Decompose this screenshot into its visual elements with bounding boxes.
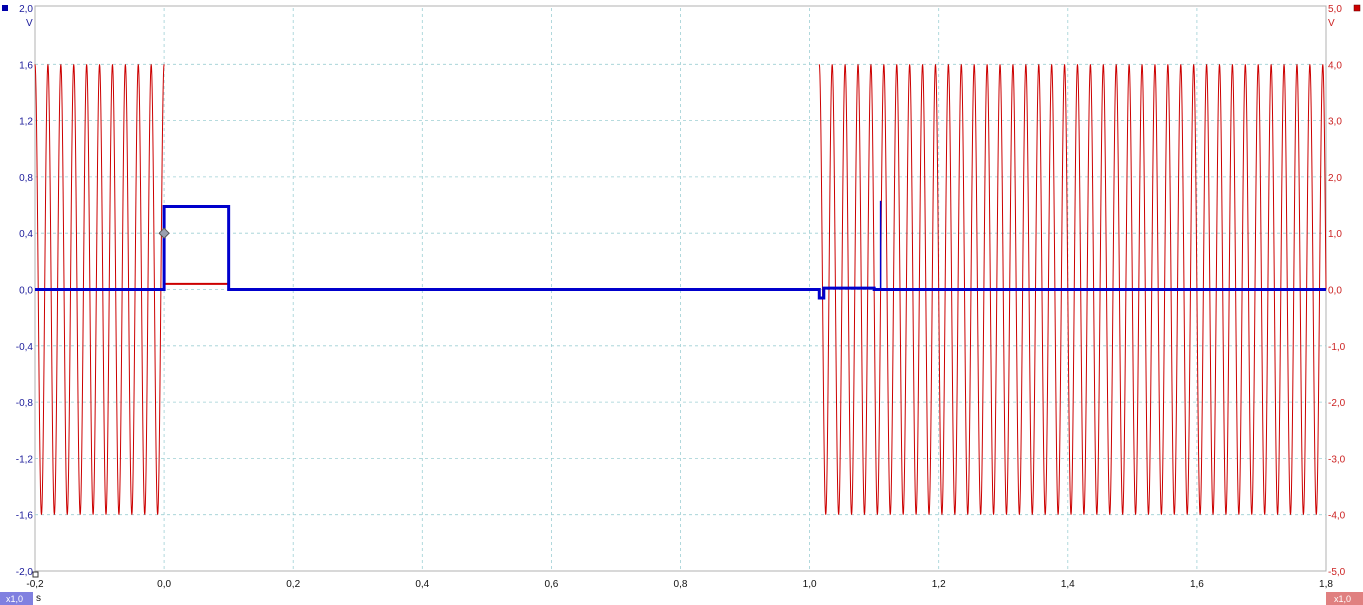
x-axis-tick-label: 1,4 [1061,579,1075,590]
left-axis-tick-label: 0,0 [19,286,33,297]
right-axis-tick-label: -2,0 [1328,398,1346,409]
left-axis-tick-label: -0,8 [16,398,34,409]
x-axis-tick-label: 0,4 [415,579,429,590]
x-axis-unit: s [36,593,41,604]
channel-a-indicator-icon[interactable] [2,5,8,11]
right-axis-tick-label: -1,0 [1328,342,1346,353]
left-axis-tick-label: -1,6 [16,511,34,522]
right-axis-tick-label: 3,0 [1328,117,1342,128]
left-axis-tick-label: 0,8 [19,173,33,184]
x-axis-tick-label: -0,2 [26,579,44,590]
x-origin-marker-icon[interactable] [32,571,39,578]
x-axis-tick-label: 1,2 [932,579,946,590]
right-axis-tick-label: 4,0 [1328,60,1342,71]
right-axis-tick-label: -3,0 [1328,454,1346,465]
left-axis-tick-label: -0,4 [16,342,34,353]
right-axis-unit: V [1328,18,1335,29]
x-axis-tick-label: 0,8 [674,579,688,590]
left-axis-unit: V [26,18,33,29]
left-axis-tick-label: -1,2 [16,454,34,465]
x-axis-tick-label: 1,8 [1319,579,1333,590]
x-axis-tick-label: 1,6 [1190,579,1204,590]
right-axis-tick-label: 5,0 [1328,4,1342,15]
right-axis-tick-label: 1,0 [1328,229,1342,240]
x-axis-tick-label: 0,2 [286,579,300,590]
left-axis-tick-label: 0,4 [19,229,33,240]
x-axis-tick-label: 0,0 [157,579,171,590]
x-axis-tick-label: 1,0 [803,579,817,590]
x-axis-tick-label: 0,6 [544,579,558,590]
left-axis-tick-label: 2,0 [19,4,33,15]
right-axis-tick-label: -5,0 [1328,567,1346,578]
left-axis-tick-label: -2,0 [16,567,34,578]
right-axis-tick-label: 2,0 [1328,173,1342,184]
left-zoom-badge-label: x1,0 [6,594,23,604]
right-zoom-badge-label: x1,0 [1334,594,1351,604]
left-axis-tick-label: 1,2 [19,117,33,128]
channel-b-indicator-icon[interactable] [1353,4,1361,12]
left-axis-tick-label: 1,6 [19,60,33,71]
right-axis-tick-label: 0,0 [1328,286,1342,297]
oscilloscope-chart: 2,0 1,6 1,2 0,8 0,4 0,0 -0,4 -0,8 -1,2 -1,6 -2,0 5… [0,0,1363,605]
right-axis-tick-label: -4,0 [1328,511,1346,522]
